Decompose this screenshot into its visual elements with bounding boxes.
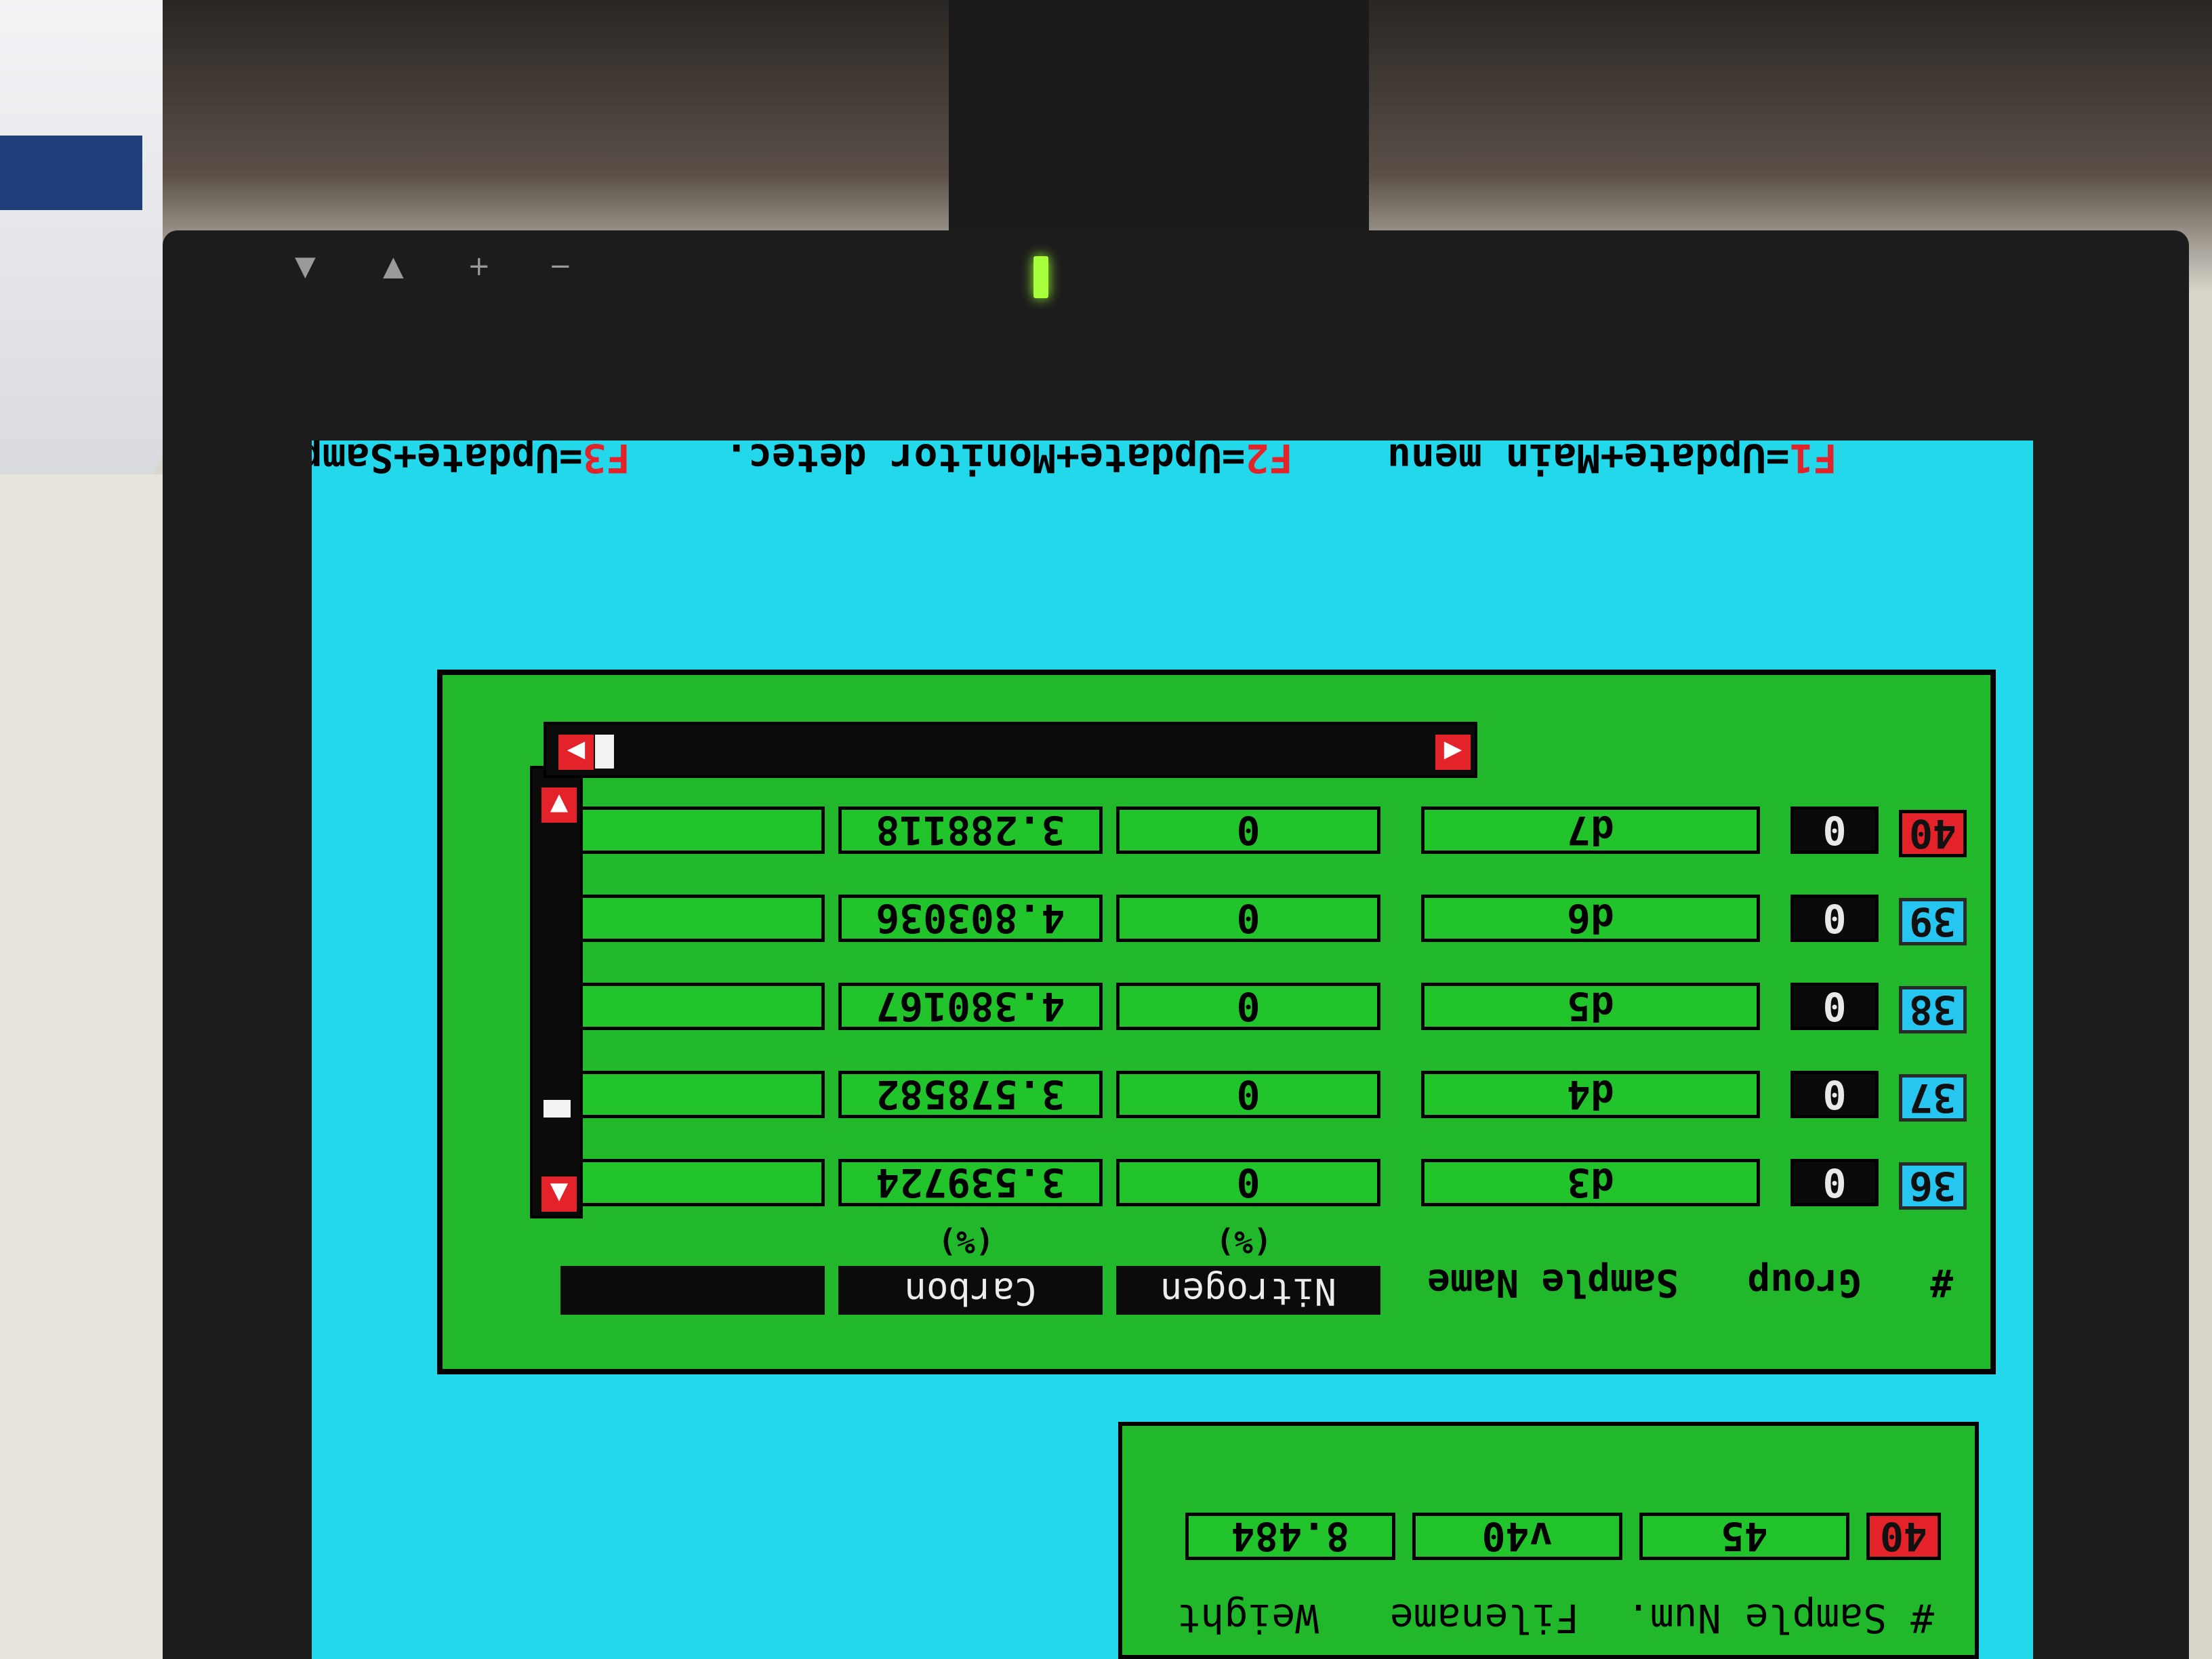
row-carbon-field[interactable]: 3.539724 — [838, 1159, 1103, 1206]
row-extra-field[interactable] — [560, 1159, 825, 1206]
screen: # Sample Num. Filename Weight 40 45 v40 … — [312, 441, 2033, 1659]
f1-description: =Update+Main menu — [1387, 441, 1790, 481]
vertical-scroll-thumb[interactable] — [544, 1100, 571, 1118]
row-extra-field[interactable] — [560, 895, 825, 942]
scroll-up-arrow-icon[interactable]: ▲ — [541, 1176, 577, 1212]
row-extra-field[interactable] — [560, 1071, 825, 1118]
row-index-cell[interactable]: 37 — [1899, 1074, 1967, 1122]
row-index-cell[interactable]: 40 — [1899, 810, 1967, 857]
row-nitrogen-field[interactable]: 0 — [1116, 983, 1380, 1030]
scroll-right-arrow-icon[interactable]: ▶ — [558, 735, 594, 770]
row-group-field[interactable]: 0 — [1790, 806, 1879, 854]
dos-screen-rotated: # Sample Num. Filename Weight 40 45 v40 … — [312, 441, 2033, 1659]
row-index-cell[interactable]: 36 — [1899, 1162, 1967, 1210]
row-name-field[interactable]: d3 — [1421, 1159, 1760, 1206]
scroll-down-arrow-icon[interactable]: ▼ — [541, 787, 577, 823]
row-name-field[interactable]: d7 — [1421, 806, 1760, 854]
horizontal-scroll-thumb[interactable] — [595, 735, 614, 769]
row-group-field[interactable]: 0 — [1790, 1159, 1879, 1206]
scroll-left-arrow-icon[interactable]: ◀ — [1435, 735, 1471, 770]
col-header-extra[interactable] — [560, 1266, 825, 1315]
filename-field[interactable]: v40 — [1412, 1513, 1622, 1560]
f3-description: =Update+Samples Table — [312, 441, 583, 481]
f2-key-label[interactable]: F2 — [1245, 441, 1292, 481]
sample-num-field[interactable]: 45 — [1639, 1513, 1849, 1560]
bezel-up-button[interactable]: ▲ — [383, 251, 404, 282]
row-carbon-field[interactable]: 4.380167 — [838, 983, 1103, 1030]
f2-description: =Update+Monitor detec. — [724, 441, 1246, 481]
row-carbon-field[interactable]: 3.578582 — [838, 1071, 1103, 1118]
row-group-field[interactable]: 0 — [1790, 983, 1879, 1030]
horizontal-scrollbar[interactable]: ◀ ▶ — [544, 722, 1477, 778]
row-group-field[interactable]: 0 — [1790, 895, 1879, 942]
row-index-cell[interactable]: 39 — [1899, 898, 1967, 945]
col-header-nitrogen[interactable]: Nitrogen — [1116, 1266, 1380, 1315]
power-led — [1033, 256, 1048, 298]
sample-index-cell[interactable]: 40 — [1866, 1513, 1941, 1560]
f3-key-label[interactable]: F3 — [583, 441, 630, 481]
function-key-bar: F1=Update+Main menu F2=Update+Monitor de… — [312, 441, 1979, 527]
row-extra-field[interactable] — [560, 983, 825, 1030]
bezel-down-button[interactable]: ▼ — [295, 251, 316, 282]
row-extra-field[interactable] — [560, 806, 825, 854]
row-index-cell[interactable]: 38 — [1899, 986, 1967, 1033]
bezel-plus-button[interactable]: + — [468, 251, 491, 282]
col-header-nitrogen-unit: (%) — [1215, 1224, 1272, 1261]
vertical-scrollbar[interactable]: ▲ ▼ — [530, 766, 583, 1218]
row-nitrogen-field[interactable]: 0 — [1116, 895, 1380, 942]
col-header-carbon[interactable]: Carbon — [838, 1266, 1103, 1315]
row-nitrogen-field[interactable]: 0 — [1116, 806, 1380, 854]
desk-surface — [0, 474, 169, 1659]
row-name-field[interactable]: d6 — [1421, 895, 1760, 942]
f1-key-label[interactable]: F1 — [1790, 441, 1837, 481]
row-nitrogen-field[interactable]: 0 — [1116, 1071, 1380, 1118]
row-carbon-field[interactable]: 3.288118 — [838, 806, 1103, 854]
weight-field[interactable]: 8.484 — [1185, 1513, 1395, 1560]
row-nitrogen-field[interactable]: 0 — [1116, 1159, 1380, 1206]
row-name-field[interactable]: d4 — [1421, 1071, 1760, 1118]
col-header-carbon-unit: (%) — [937, 1224, 994, 1261]
sample-info-header: # Sample Num. Filename Weight — [1176, 1595, 1934, 1641]
row-group-field[interactable]: 0 — [1790, 1071, 1879, 1118]
row-carbon-field[interactable]: 4.803036 — [838, 895, 1103, 942]
wash-bottle — [0, 0, 163, 488]
col-header-sample-name: Sample Name — [1427, 1261, 1679, 1305]
col-header-group: Group — [1747, 1261, 1862, 1305]
col-header-index: # — [1930, 1261, 1953, 1305]
bezel-minus-button[interactable]: − — [549, 251, 572, 282]
bottle-cap — [0, 136, 142, 210]
row-name-field[interactable]: d5 — [1421, 983, 1760, 1030]
sample-info-panel: # Sample Num. Filename Weight 40 45 v40 … — [1118, 1422, 1979, 1659]
